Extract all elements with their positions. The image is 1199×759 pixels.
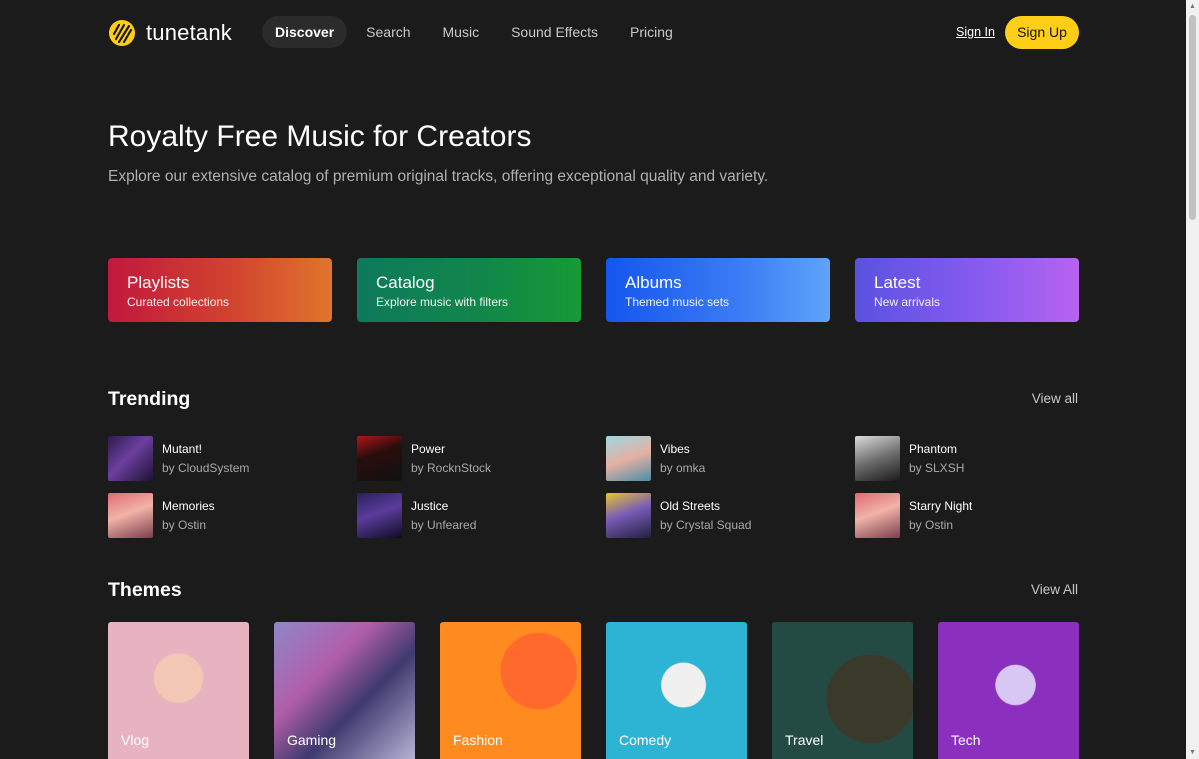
- track-title: Memories: [162, 499, 215, 513]
- track-cover: [357, 493, 402, 538]
- track-title: Starry Night: [909, 499, 973, 513]
- track-title: Power: [411, 442, 446, 456]
- trending-heading: Trending: [108, 388, 191, 410]
- track-artist: by Ostin: [162, 518, 207, 532]
- theme-label: Gaming: [287, 732, 337, 748]
- theme-card-tech[interactable]: Tech: [938, 622, 1079, 759]
- site-header: tunetank Discover Search Music Sound Eff…: [108, 16, 1079, 49]
- category-card-playlists[interactable]: Playlists Curated collections: [108, 258, 332, 322]
- track-cover: [108, 436, 153, 481]
- theme-label: Fashion: [453, 732, 503, 748]
- track-title: Phantom: [909, 442, 958, 456]
- track-cover: [357, 436, 402, 481]
- theme-card-travel[interactable]: Travel: [772, 622, 913, 759]
- page-subtitle: Explore our extensive catalog of premium…: [108, 168, 769, 185]
- track-artist: by SLXSH: [909, 461, 965, 475]
- trending-track[interactable]: Memories by Ostin: [108, 493, 357, 538]
- track-cover: [108, 493, 153, 538]
- category-cards: Playlists Curated collections Catalog Ex…: [108, 258, 1079, 322]
- sign-up-button[interactable]: Sign Up: [1005, 16, 1079, 49]
- trending-track[interactable]: Starry Night by Ostin: [855, 493, 1104, 538]
- scroll-up-arrow-icon[interactable]: ▲: [1188, 2, 1197, 11]
- track-cover: [606, 493, 651, 538]
- trending-track[interactable]: Old Streets by Crystal Squad: [606, 493, 855, 538]
- category-subtitle: Curated collections: [127, 295, 230, 309]
- scroll-down-arrow-icon[interactable]: ▼: [1188, 748, 1197, 757]
- track-artist: by CloudSystem: [162, 461, 250, 475]
- page-title: Royalty Free Music for Creators: [108, 120, 532, 153]
- theme-label: Travel: [785, 732, 824, 748]
- sign-in-link[interactable]: Sign In: [956, 25, 995, 39]
- track-title: Vibes: [660, 442, 690, 456]
- track-artist: by RocknStock: [411, 461, 492, 475]
- category-title: Playlists: [127, 273, 190, 292]
- category-subtitle: New arrivals: [874, 295, 941, 309]
- trending-track[interactable]: Justice by Unfeared: [357, 493, 606, 538]
- track-title: Old Streets: [660, 499, 721, 513]
- tunetank-logo-icon: [109, 20, 135, 46]
- track-artist: by Ostin: [909, 518, 954, 532]
- trending-track[interactable]: Mutant! by CloudSystem: [108, 436, 357, 481]
- brand-name: tunetank: [146, 20, 233, 45]
- category-title: Catalog: [376, 273, 435, 292]
- trending-track[interactable]: Phantom by SLXSH: [855, 436, 1104, 481]
- track-cover: [606, 436, 651, 481]
- main-nav: Discover Search Music Sound Effects Pric…: [262, 16, 692, 48]
- page-scrollbar[interactable]: ▲ ▼: [1186, 0, 1199, 759]
- nav-item-music[interactable]: Music: [430, 16, 493, 48]
- category-card-catalog[interactable]: Catalog Explore music with filters: [357, 258, 581, 322]
- track-cover: [855, 493, 900, 538]
- track-title: Mutant!: [162, 442, 203, 456]
- track-cover: [855, 436, 900, 481]
- track-title: Justice: [411, 499, 449, 513]
- theme-card-comedy[interactable]: Comedy: [606, 622, 747, 759]
- theme-card-gaming[interactable]: Gaming: [274, 622, 415, 759]
- page: tunetank Discover Search Music Sound Eff…: [0, 0, 1199, 759]
- theme-label: Vlog: [121, 732, 150, 748]
- category-title: Albums: [625, 273, 682, 292]
- theme-label: Tech: [951, 732, 981, 748]
- scrollbar-thumb[interactable]: [1189, 15, 1196, 220]
- themes-heading: Themes: [108, 579, 182, 601]
- category-subtitle: Explore music with filters: [376, 295, 509, 309]
- themes-grid: Vlog Gaming Fashion Comedy Travel Tech: [108, 622, 1079, 759]
- category-card-albums[interactable]: Albums Themed music sets: [606, 258, 830, 322]
- themes-view-all-link[interactable]: View All: [1031, 582, 1078, 597]
- brand-logo[interactable]: tunetank: [108, 19, 232, 47]
- nav-item-search[interactable]: Search: [353, 16, 423, 48]
- theme-card-fashion[interactable]: Fashion: [440, 622, 581, 759]
- track-artist: by omka: [660, 461, 706, 475]
- category-card-latest[interactable]: Latest New arrivals: [855, 258, 1079, 322]
- theme-label: Comedy: [619, 732, 672, 748]
- nav-item-pricing[interactable]: Pricing: [617, 16, 686, 48]
- nav-item-discover[interactable]: Discover: [262, 16, 348, 48]
- trending-view-all-link[interactable]: View all: [1032, 391, 1078, 406]
- trending-track[interactable]: Vibes by omka: [606, 436, 855, 481]
- theme-card-vlog[interactable]: Vlog: [108, 622, 249, 759]
- nav-item-sound-effects[interactable]: Sound Effects: [498, 16, 611, 48]
- category-subtitle: Themed music sets: [625, 295, 730, 309]
- trending-track-list: Mutant! by CloudSystem Power by RocknSto…: [108, 436, 1079, 538]
- trending-track[interactable]: Power by RocknStock: [357, 436, 606, 481]
- category-title: Latest: [874, 273, 921, 292]
- track-artist: by Crystal Squad: [660, 518, 752, 532]
- track-artist: by Unfeared: [411, 518, 477, 532]
